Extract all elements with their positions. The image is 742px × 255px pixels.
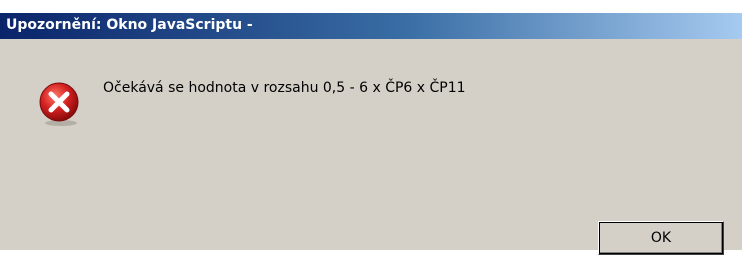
title-bar[interactable]: Upozornění: Okno JavaScriptu - [0,13,742,39]
dialog-title: Upozornění: Okno JavaScriptu - [6,17,253,33]
alert-message: Očekává se hodnota v rozsahu 0,5 - 6 x Č… [103,80,466,96]
dialog-body: Očekává se hodnota v rozsahu 0,5 - 6 x Č… [0,39,742,255]
alert-dialog: Upozornění: Okno JavaScriptu - Očekává s… [0,13,742,255]
error-icon [35,79,83,127]
